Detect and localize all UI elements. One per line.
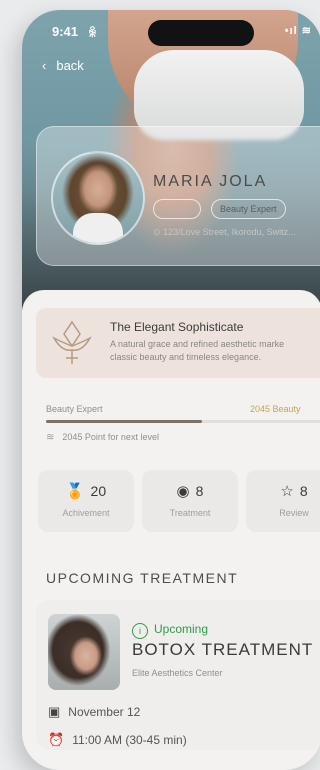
stat-value: 8 <box>299 483 308 499</box>
alarm-clock-icon: ⏰ <box>48 732 65 747</box>
gender-tag: Female <box>153 199 202 219</box>
level-progress-bar <box>46 420 320 423</box>
address-text: 123/Love Street, Ikorodu, Switz... <box>163 227 296 237</box>
upcoming-status-text: Upcoming <box>154 622 209 636</box>
profile-card: MARIA JOLA Female Beauty Expert ⊙ 123/Lo… <box>36 126 320 266</box>
award-icon: 🏅 <box>65 483 85 500</box>
role-tag: Beauty Expert <box>211 199 286 219</box>
persona-title: The Elegant Sophisticate <box>110 320 244 334</box>
calendar-icon: ▣ <box>48 704 61 719</box>
coins-icon: ≋ <box>46 432 55 443</box>
treatment-name: BOTOX TREATMENT <box>132 640 314 659</box>
clinic-name: Elite Aesthetics Center <box>132 668 223 678</box>
next-level-label: 2045 Beauty <box>250 404 301 414</box>
stat-label: Achivement <box>62 508 110 518</box>
phone-frame: 9:41 ꆜ •ıl ≋ ‹ back MARIA JOLA Female Bea… <box>22 10 320 770</box>
avatar[interactable] <box>51 151 145 245</box>
star-icon: ☆ <box>280 483 294 500</box>
people-icon: ꆜ <box>88 26 98 40</box>
stat-treatment[interactable]: ◉ 8 Treatment <box>142 470 238 532</box>
persona-description-line-1: A natural grace and refined aesthetic ma… <box>110 339 285 349</box>
current-level-label: Beauty Expert <box>46 404 103 414</box>
stat-label: Review <box>279 508 309 518</box>
avatar-body <box>73 213 123 243</box>
status-bar: 9:41 ꆜ •ıl ≋ <box>52 24 312 44</box>
treatment-card[interactable]: i Upcoming BOTOX TREATMENT Elite Aestheti… <box>36 600 320 750</box>
stat-label: Treatment <box>169 508 211 518</box>
stat-value: 8 <box>195 483 204 499</box>
profile-address: ⊙ 123/Love Street, Ikorodu, Switz... <box>153 227 296 238</box>
treatment-time: ⏰ 11:00 AM (30-45 min) <box>48 732 187 748</box>
user-circle-icon: ◉ <box>176 483 190 500</box>
profile-name: MARIA JOLA <box>153 173 268 190</box>
treatment-image <box>48 614 120 690</box>
content-sheet: The Elegant Sophisticate A natural grace… <box>22 290 320 770</box>
persona-description-line-2: classic beauty and timeless elegance. <box>110 352 262 362</box>
section-title: UPCOMING TREATMENT <box>46 570 239 586</box>
date-text: November 12 <box>68 705 141 719</box>
info-icon: i <box>132 623 148 639</box>
location-pin-icon: ⊙ <box>153 227 164 237</box>
lotus-logo-icon <box>52 320 92 364</box>
persona-description: A natural grace and refined aesthetic ma… <box>110 338 320 364</box>
level-progress-fill <box>46 420 202 423</box>
chevron-left-icon: ‹ <box>42 58 47 73</box>
stat-review[interactable]: ☆ 8 Review <box>246 470 320 532</box>
signal-wifi-icon: •ıl ≋ <box>284 25 312 37</box>
points-text: 2045 Point for next level <box>62 432 159 442</box>
upcoming-status: i Upcoming <box>132 622 208 639</box>
time-text: 11:00 AM (30-45 min) <box>72 733 187 747</box>
points-info: ≋ 2045 Point for next level <box>46 432 159 443</box>
stat-achievement[interactable]: 🏅 20 Achivement <box>38 470 134 532</box>
status-time: 9:41 <box>52 24 79 39</box>
treatment-date: ▣ November 12 <box>48 704 140 720</box>
back-button[interactable]: ‹ back <box>42 58 84 73</box>
stat-value: 20 <box>90 483 107 499</box>
persona-card[interactable]: The Elegant Sophisticate A natural grace… <box>36 308 320 378</box>
back-label: back <box>56 58 84 73</box>
